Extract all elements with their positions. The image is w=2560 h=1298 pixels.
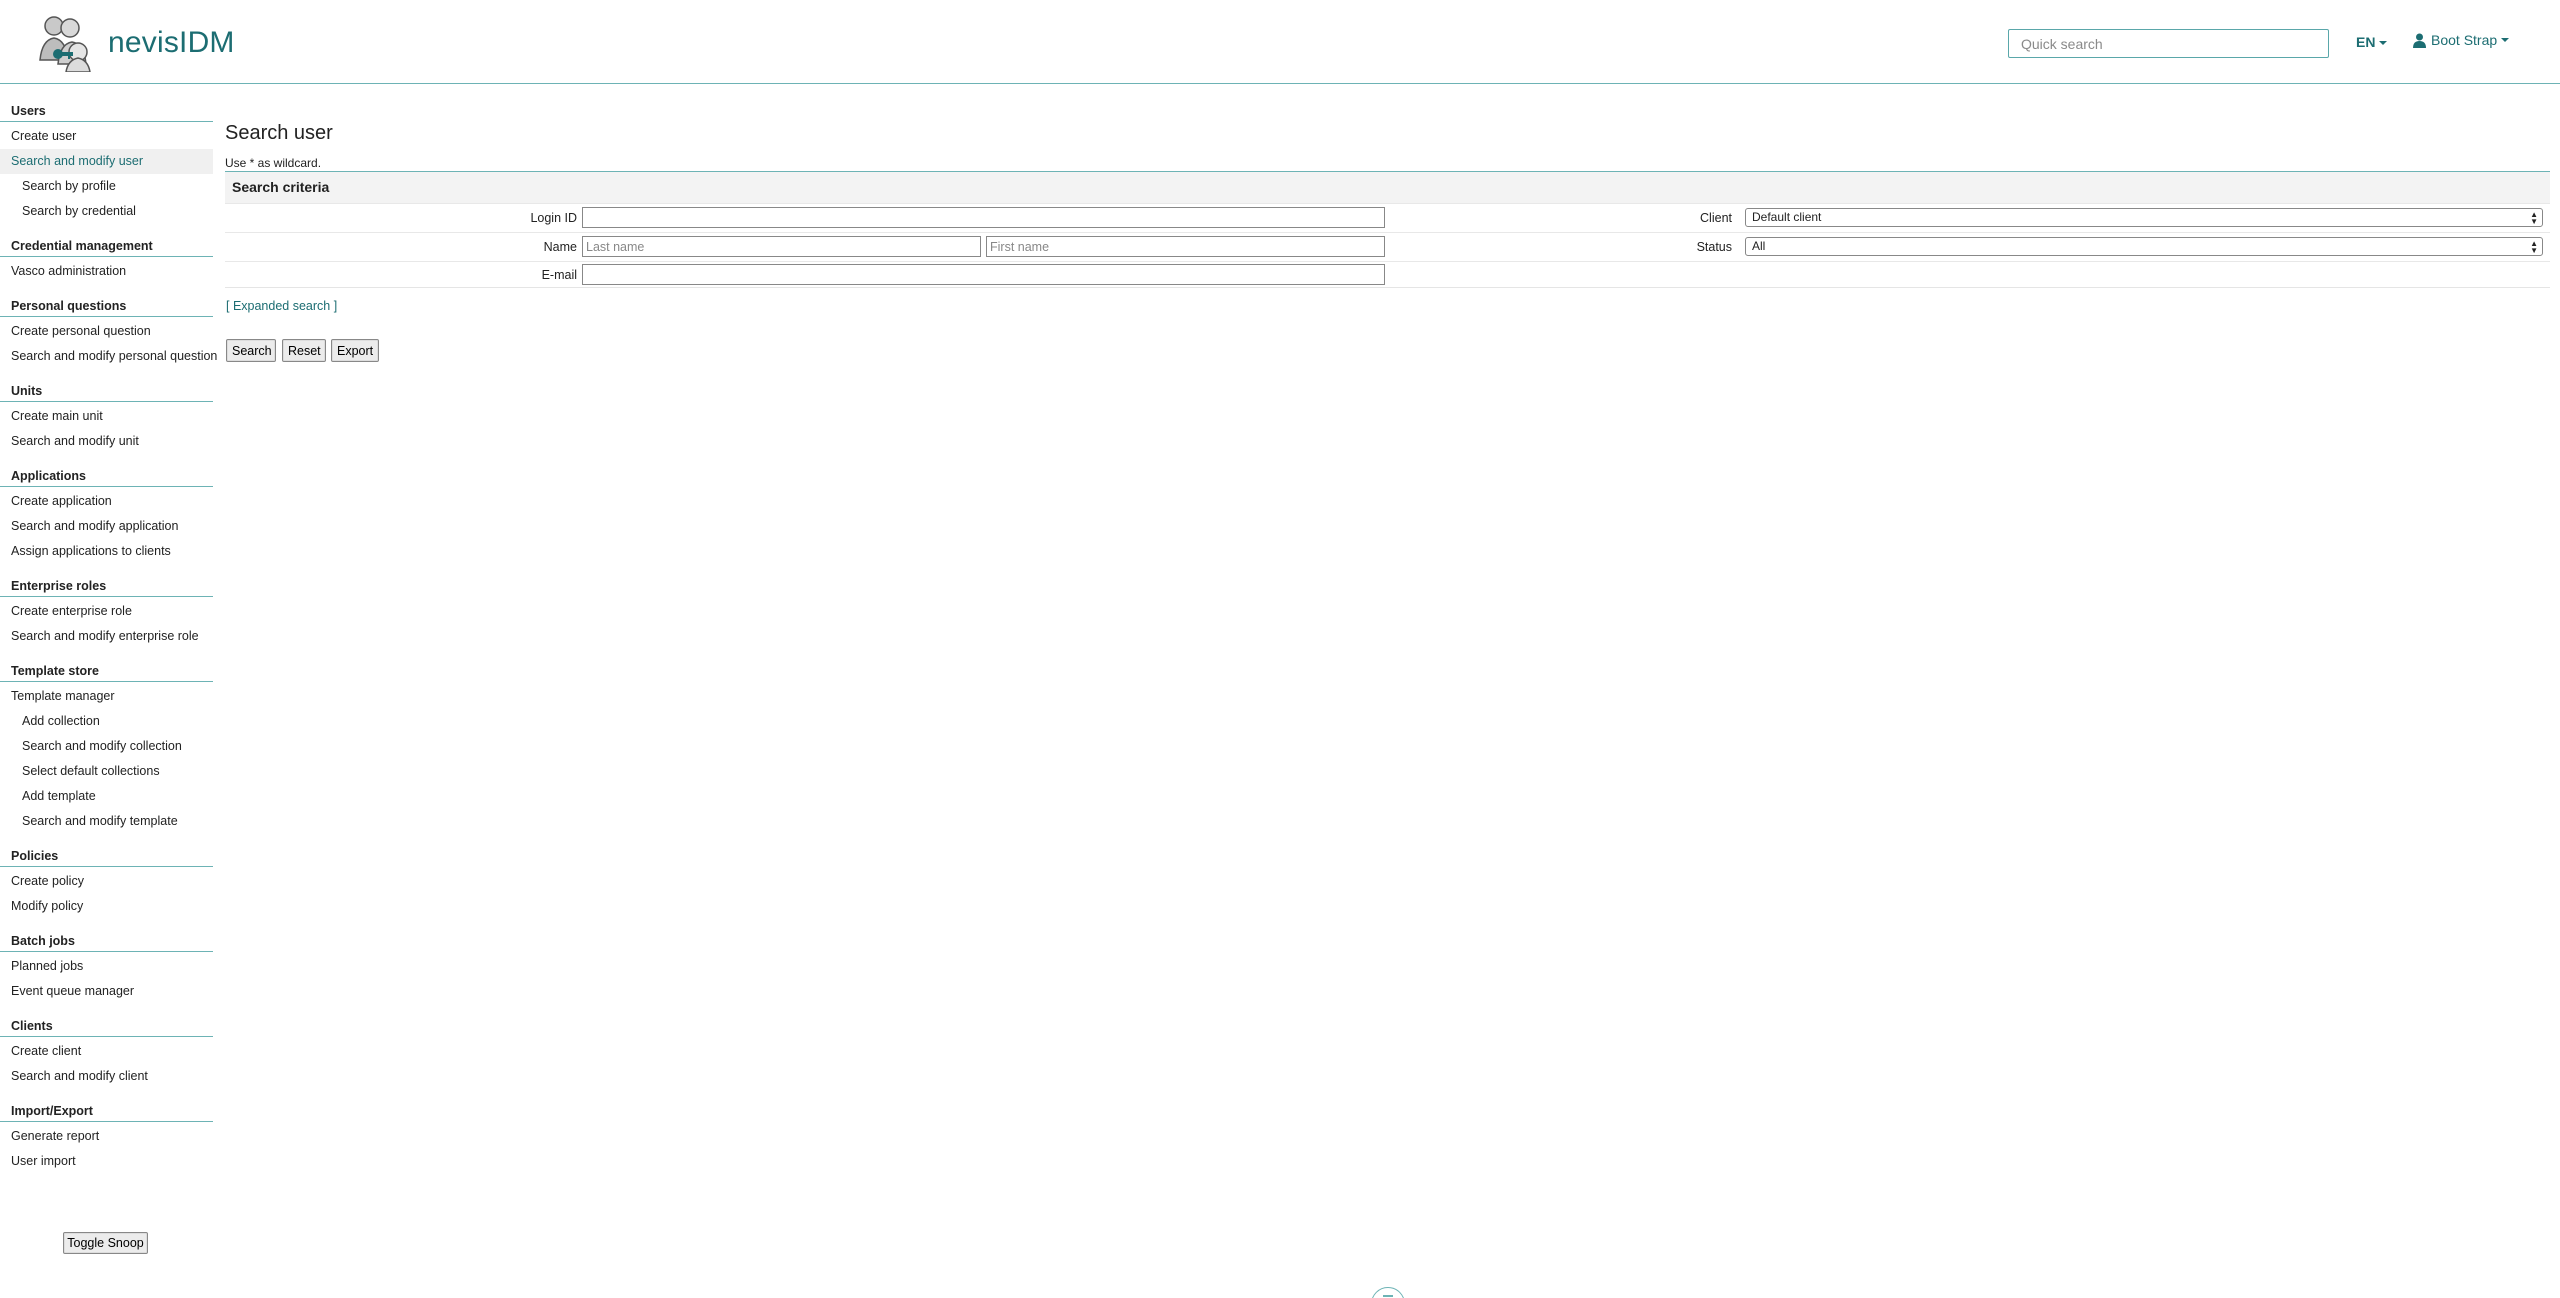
sidebar-section-title: Import/Export bbox=[0, 1100, 213, 1122]
sidebar-item[interactable]: Search by profile bbox=[0, 174, 213, 199]
chevron-down-icon bbox=[2379, 41, 2388, 46]
name-label: Name bbox=[543, 240, 577, 254]
select-arrows-icon: ▲ ▼ bbox=[2530, 210, 2538, 226]
sidebar-section: Personal questions Create personal questi… bbox=[0, 295, 217, 369]
sidebar-section: Batch jobs Planned jobs Event queue manage… bbox=[0, 930, 213, 1004]
last-name-input[interactable] bbox=[582, 236, 981, 257]
sidebar-section-title: Users bbox=[0, 100, 213, 122]
sidebar-item[interactable]: Template manager bbox=[0, 684, 213, 709]
sidebar-section: Policies Create policy Modify policy bbox=[0, 845, 213, 919]
sidebar-section-title: Units bbox=[0, 380, 213, 402]
header: nevisIDM EN Boot Strap bbox=[0, 0, 2560, 84]
language-label: EN bbox=[2356, 34, 2376, 50]
user-icon bbox=[2413, 33, 2426, 48]
status-label: Status bbox=[1696, 240, 1732, 254]
status-select-value: All bbox=[1752, 239, 1766, 253]
sidebar-section: Enterprise roles Create enterprise role Se… bbox=[0, 575, 213, 649]
sidebar-item[interactable]: Add template bbox=[0, 784, 213, 809]
form-row-name: Name Status All ▲▼ bbox=[225, 232, 2550, 261]
client-select[interactable]: Default client ▲ ▼ bbox=[1745, 208, 2543, 227]
sidebar-item[interactable]: Search and modify collection bbox=[0, 734, 213, 759]
sidebar-section-title: Clients bbox=[0, 1015, 213, 1037]
reset-button[interactable]: Reset bbox=[282, 339, 326, 362]
sidebar-item[interactable]: Search and modify enterprise role bbox=[0, 624, 213, 649]
sidebar-section-title: Batch jobs bbox=[0, 930, 213, 952]
users-logo-icon bbox=[39, 16, 91, 72]
sidebar-item[interactable]: Search by credential bbox=[0, 199, 213, 224]
sidebar-item[interactable]: Add collection bbox=[0, 709, 213, 734]
sidebar-item[interactable]: Create enterprise role bbox=[0, 599, 213, 624]
sidebar-item[interactable]: Search and modify user bbox=[0, 149, 213, 174]
sidebar-section-title: Template store bbox=[0, 660, 213, 682]
sidebar-item[interactable]: Event queue manager bbox=[0, 979, 213, 1004]
sidebar-item[interactable]: Search and modify personal question bbox=[0, 344, 217, 369]
chevron-down-icon bbox=[2501, 38, 2510, 42]
search-criteria-panel: Search criteria Login ID Client Default … bbox=[225, 171, 2550, 288]
export-button[interactable]: Export bbox=[331, 339, 379, 362]
sidebar-item[interactable]: Assign applications to clients bbox=[0, 539, 213, 564]
sidebar-section: Users Create user Search and modify user Se… bbox=[0, 100, 213, 224]
form-row-login: Login ID Client Default client ▲ ▼ bbox=[225, 203, 2550, 232]
sidebar-item[interactable]: Search and modify client bbox=[0, 1064, 213, 1089]
login-id-input[interactable] bbox=[582, 207, 1385, 228]
select-arrows-icon: ▲ ▼ bbox=[2530, 239, 2538, 255]
sidebar-item[interactable]: Search and modify template bbox=[0, 809, 213, 834]
quick-search-input[interactable] bbox=[2008, 29, 2329, 58]
first-name-input[interactable] bbox=[986, 236, 1385, 257]
sidebar-item[interactable]: Create user bbox=[0, 124, 213, 149]
user-name: Boot Strap bbox=[2431, 32, 2498, 48]
sidebar-item[interactable]: Select default collections bbox=[0, 759, 213, 784]
logo[interactable]: nevisIDM bbox=[34, 14, 235, 72]
sidebar-section: Clients Create client Search and modify cl… bbox=[0, 1015, 213, 1089]
sidebar-item[interactable]: Create application bbox=[0, 489, 213, 514]
sidebar-item[interactable]: Modify policy bbox=[0, 894, 213, 919]
sidebar-item[interactable]: User import bbox=[0, 1149, 213, 1174]
sidebar-item[interactable]: Create policy bbox=[0, 869, 213, 894]
sidebar-section: Import/Export Generate report User import bbox=[0, 1100, 213, 1174]
sidebar-section: Template store Template manager Add collec… bbox=[0, 660, 213, 834]
criteria-title: Search criteria bbox=[225, 172, 2550, 203]
client-select-value: Default client bbox=[1752, 210, 1822, 224]
sidebar-section-title: Credential management bbox=[0, 235, 213, 257]
sidebar-section: Units Create main unit Search and modify u… bbox=[0, 380, 213, 454]
sidebar-item[interactable]: Create client bbox=[0, 1039, 213, 1064]
status-select[interactable]: All ▲ ▼ bbox=[1745, 237, 2543, 256]
sidebar-section-title: Applications bbox=[0, 465, 213, 487]
sidebar-item[interactable]: Planned jobs bbox=[0, 954, 213, 979]
sidebar-section-title: Personal questions bbox=[0, 295, 213, 317]
sidebar-section: Applications Create application Search and… bbox=[0, 465, 213, 564]
brand-name: nevisIDM bbox=[108, 26, 235, 59]
sidebar-section-title: Enterprise roles bbox=[0, 575, 213, 597]
wildcard-note: Use * as wildcard. bbox=[225, 156, 322, 170]
form-row-email: E-mail bbox=[225, 261, 2550, 288]
search-button[interactable]: Search bbox=[226, 339, 276, 362]
toggle-snoop-button[interactable]: Toggle Snoop bbox=[63, 1232, 148, 1254]
sidebar-item[interactable]: Create personal question bbox=[0, 319, 213, 344]
sidebar-item[interactable]: Search and modify unit bbox=[0, 429, 213, 454]
user-menu-dropdown[interactable]: Boot Strap bbox=[2413, 32, 2510, 48]
login-id-label: Login ID bbox=[530, 211, 577, 225]
sidebar-item[interactable]: Create main unit bbox=[0, 404, 213, 429]
sidebar-item[interactable]: Generate report bbox=[0, 1124, 213, 1149]
page-title: Search user bbox=[225, 122, 333, 144]
client-label: Client bbox=[1700, 211, 1732, 225]
language-dropdown[interactable]: EN bbox=[2356, 34, 2388, 50]
email-input[interactable] bbox=[582, 264, 1385, 285]
expanded-search-link[interactable]: [ Expanded search ] bbox=[226, 299, 337, 313]
menu-icon[interactable] bbox=[1371, 1287, 1405, 1298]
sidebar-section: Credential management Vasco administratio… bbox=[0, 235, 213, 284]
email-label: E-mail bbox=[541, 268, 577, 282]
sidebar-section-title: Policies bbox=[0, 845, 213, 867]
sidebar-item[interactable]: Vasco administration bbox=[0, 259, 213, 284]
sidebar-item[interactable]: Search and modify application bbox=[0, 514, 213, 539]
sidebar-nav: Users Create user Search and modify user Se… bbox=[0, 98, 217, 1185]
